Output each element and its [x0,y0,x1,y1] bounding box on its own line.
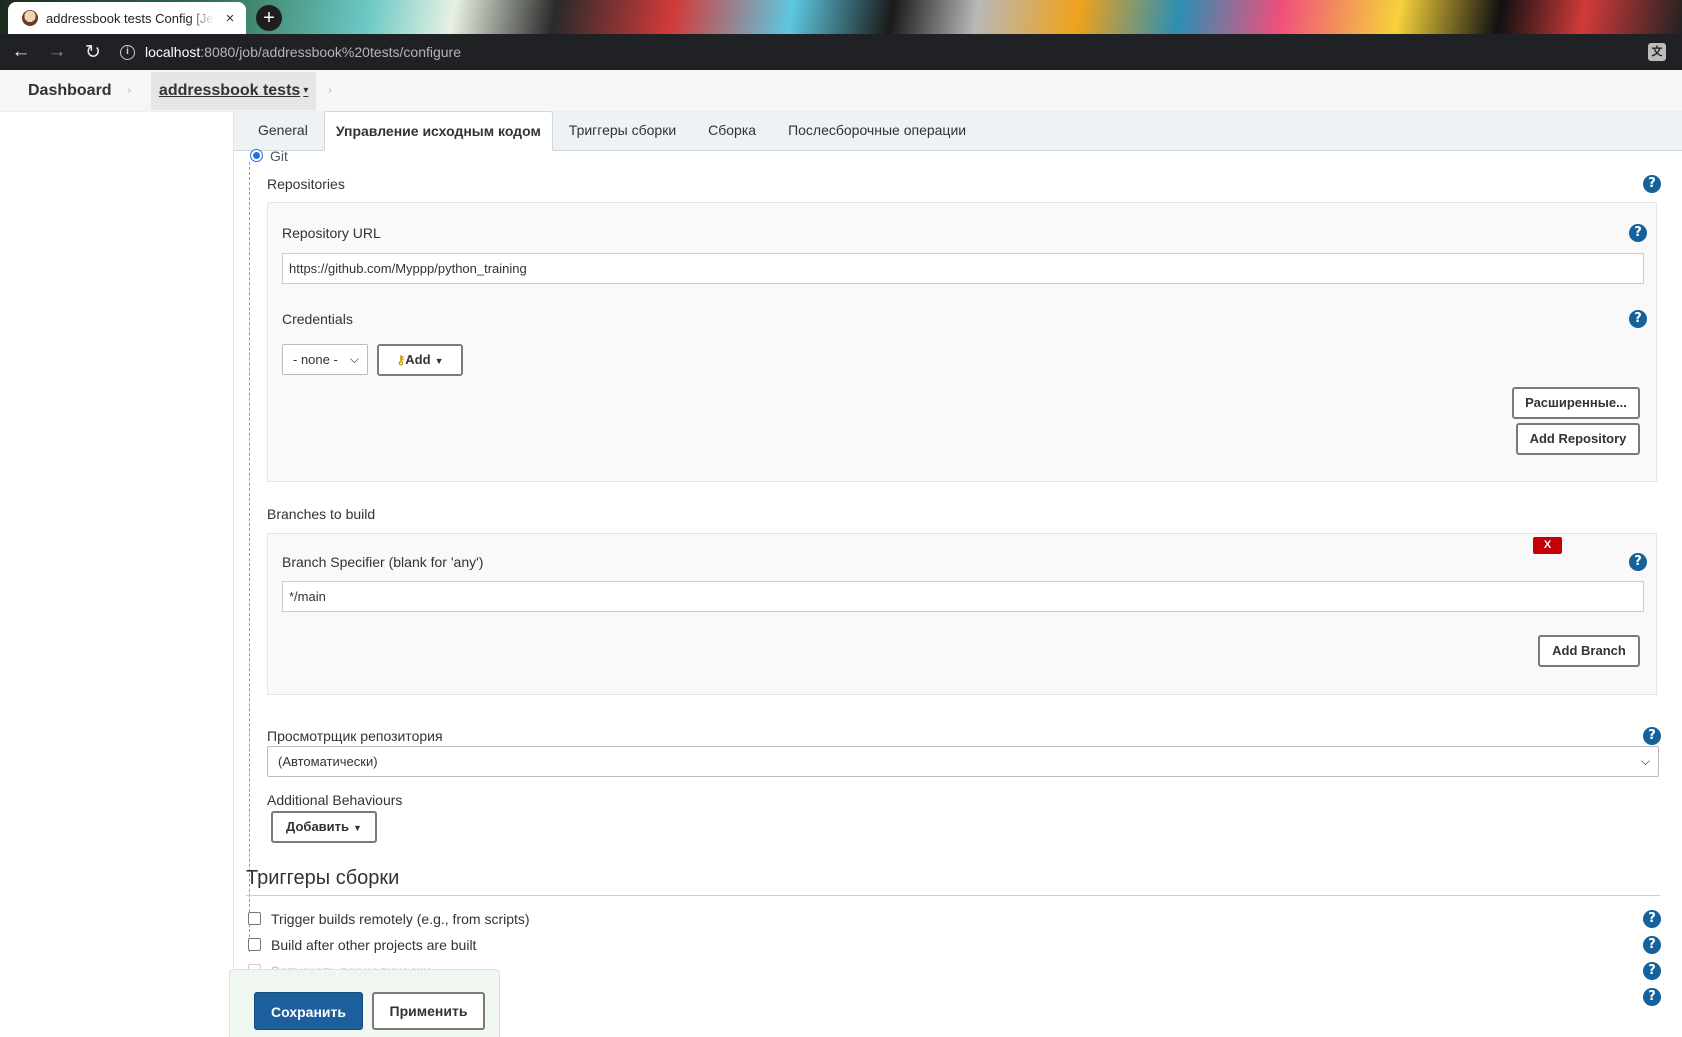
key-icon: ⚷ [396,353,406,367]
tab-build[interactable]: Сборка [692,111,772,150]
delete-branch-button[interactable]: X [1533,537,1562,554]
credentials-select[interactable]: - none - ⌵ [282,344,368,375]
build-after-help-icon[interactable]: ? [1643,936,1661,954]
chevron-down-icon: ⌵ [1640,754,1650,768]
breadcrumb-separator-icon: › [127,85,131,96]
branch-panel: X Branch Specifier (blank for 'any') ? *… [267,533,1657,695]
build-triggers-heading: Триггеры сборки [246,867,400,889]
browser-tab-title: addressbook tests Config [Jenkins] [46,10,214,26]
trigger-remote-checkbox[interactable] [248,912,261,925]
chevron-down-icon: ▼ [434,356,444,366]
build-triggers-divider [246,895,1660,896]
reload-icon[interactable]: ↻ [78,41,108,64]
branch-specifier-label: Branch Specifier (blank for 'any') [282,554,484,570]
branch-specifier-input[interactable]: */main [282,581,1644,612]
add-credentials-label: Add [405,352,431,367]
info-icon[interactable]: i [120,44,135,60]
repositories-label: Repositories [267,176,345,192]
repositories-help-icon[interactable]: ? [1643,175,1661,193]
jenkins-favicon-icon [22,10,38,26]
repository-browser-label: Просмотрщик репозитория [267,728,443,744]
browser-tab[interactable]: addressbook tests Config [Jenkins] × [8,2,246,34]
tab-post-build[interactable]: Послесборочные операции [772,111,982,150]
build-after-label: Build after other projects are built [271,937,477,953]
tab-general[interactable]: General [242,111,324,150]
config-main: General Управление исходным кодом Тригге… [233,111,1682,1037]
add-behaviour-label: Добавить [286,819,350,834]
repository-url-label: Repository URL [282,225,381,241]
tab-scm[interactable]: Управление исходным кодом [323,111,553,151]
branch-specifier-help-icon[interactable]: ? [1629,553,1647,571]
repository-url-help-icon[interactable]: ? [1629,224,1647,242]
browser-toolbar: ← → ↻ i localhost:8080/job/addressbook%2… [0,34,1682,70]
apply-button[interactable]: Применить [372,992,485,1030]
save-button[interactable]: Сохранить [254,992,363,1030]
advanced-button[interactable]: Расширенные... [1512,387,1640,419]
browser-tab-strip: addressbook tests Config [Jenkins] × + [0,0,1682,34]
repository-browser-help-icon[interactable]: ? [1643,727,1661,745]
add-behaviour-button[interactable]: Добавить ▼ [271,811,377,843]
trigger-remote-label: Trigger builds remotely (e.g., from scri… [271,911,530,927]
branches-label: Branches to build [267,506,376,522]
scm-section-guide [249,162,250,952]
trigger-remote-help-icon[interactable]: ? [1643,910,1661,928]
chevron-down-icon: ▼ [353,823,362,833]
credentials-label: Credentials [282,311,353,327]
repository-panel: Repository URL ? https://github.com/Mypp… [267,202,1657,482]
chevron-down-icon[interactable]: ▾ [303,85,308,96]
breadcrumb: Dashboard › addressbook tests ▾ › [0,70,1682,112]
git-radio-label: Git [270,148,288,164]
breadcrumb-dashboard[interactable]: Dashboard [28,82,112,100]
forward-arrow-icon[interactable]: → [42,41,72,63]
new-tab-button[interactable]: + [256,5,282,31]
back-arrow-icon[interactable]: ← [6,41,36,63]
repository-browser-select[interactable]: (Автоматически) ⌵ [267,746,1659,777]
breadcrumb-job-label: addressbook tests [158,81,301,99]
breadcrumb-separator-icon: › [328,85,332,96]
save-bar: Сохранить Применить [229,969,500,1037]
additional-behaviours-label: Additional Behaviours [267,792,403,808]
close-icon[interactable]: × [222,10,238,27]
build-periodically-help-icon[interactable]: ? [1643,962,1661,980]
add-branch-button[interactable]: Add Branch [1538,635,1640,667]
breadcrumb-job[interactable]: addressbook tests ▾ [150,71,317,110]
add-repository-button[interactable]: Add Repository [1516,423,1640,455]
chevron-down-icon: ⌵ [349,352,359,366]
poll-scm-help-icon[interactable]: ? [1643,988,1661,1006]
repository-url-input[interactable]: https://github.com/Myppp/python_training [282,253,1644,284]
address-bar[interactable]: i localhost:8080/job/addressbook%20tests… [120,37,461,67]
repository-browser-selected-value: (Автоматически) [278,754,378,769]
url-text: localhost:8080/job/addressbook%20tests/c… [145,44,461,60]
git-radio[interactable] [250,149,263,162]
config-tab-bar: General Управление исходным кодом Тригге… [234,111,1682,151]
translate-icon[interactable]: 文 [1648,43,1666,61]
build-after-checkbox[interactable] [248,938,261,951]
credentials-selected-value: - none - [293,352,338,367]
add-credentials-button[interactable]: ⚷Add ▼ [377,344,463,376]
credentials-help-icon[interactable]: ? [1629,310,1647,328]
tab-build-triggers[interactable]: Триггеры сборки [553,111,692,150]
